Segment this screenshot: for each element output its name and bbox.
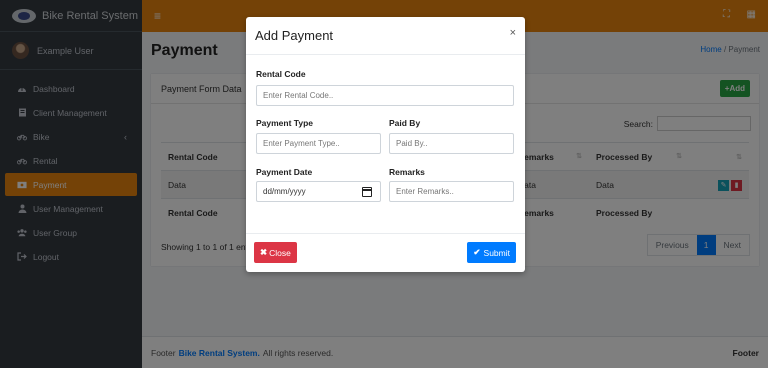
modal-footer-divider xyxy=(246,233,525,234)
remarks-label: Remarks xyxy=(389,167,425,177)
rental-code-input[interactable]: Enter Rental Code.. xyxy=(256,85,514,106)
check-icon: ✔ xyxy=(473,247,481,257)
add-payment-modal: Add Payment × Rental Code Enter Rental C… xyxy=(246,17,525,272)
remarks-input[interactable]: Enter Remarks.. xyxy=(389,181,514,202)
payment-date-label: Payment Date xyxy=(256,167,313,177)
calendar-icon[interactable] xyxy=(362,187,372,197)
payment-date-placeholder: dd/mm/yyyy xyxy=(263,187,306,196)
submit-button-label: Submit xyxy=(483,247,510,258)
times-icon: ✖ xyxy=(260,247,268,257)
paid-by-input[interactable]: Paid By.. xyxy=(389,133,514,154)
rental-code-label: Rental Code xyxy=(256,69,306,79)
paid-by-label: Paid By xyxy=(389,118,421,128)
close-icon[interactable]: × xyxy=(510,27,516,39)
modal-title: Add Payment xyxy=(255,28,334,43)
payment-date-input[interactable]: dd/mm/yyyy xyxy=(256,181,381,202)
payment-type-label: Payment Type xyxy=(256,118,314,128)
close-button-label: Close xyxy=(269,247,291,258)
close-button[interactable]: ✖ Close xyxy=(254,242,297,263)
payment-type-input[interactable]: Enter Payment Type.. xyxy=(256,133,381,154)
modal-header: Add Payment × xyxy=(246,17,525,55)
submit-button[interactable]: ✔ Submit xyxy=(467,242,516,263)
